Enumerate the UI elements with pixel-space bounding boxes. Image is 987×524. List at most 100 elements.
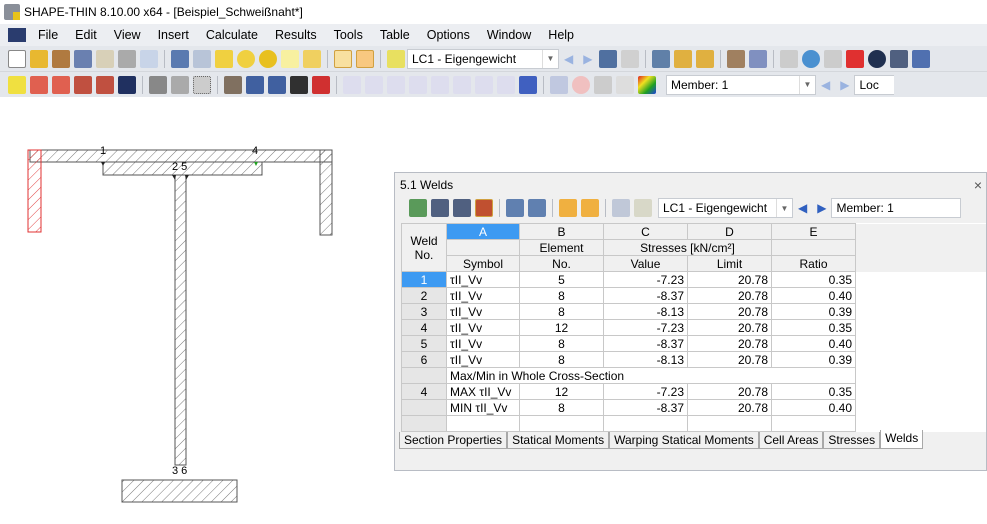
row-number[interactable]: 5 [401, 335, 447, 352]
undo-icon[interactable] [171, 49, 189, 68]
previous-icon[interactable]: ◀ [821, 78, 830, 92]
tab-section-properties[interactable]: Section Properties [399, 432, 508, 449]
panel-load-case-select[interactable]: LC1 - Eigengewicht ▼ [658, 198, 793, 218]
tab-welds[interactable]: Welds [880, 430, 924, 449]
tab-cell-areas[interactable]: Cell Areas [758, 432, 824, 449]
table-row[interactable]: 1 τII_Vv 5 -7.23 20.78 0.35 [401, 271, 986, 288]
numbering-icon[interactable] [674, 49, 693, 68]
ratio-cell[interactable]: 0.35 [771, 271, 856, 288]
ratio-cell[interactable]: 0.39 [771, 303, 856, 320]
tab-warping-statical-moments[interactable]: Warping Statical Moments [609, 432, 759, 449]
element-cell[interactable]: 5 [519, 271, 604, 288]
row-number[interactable]: 6 [401, 351, 447, 368]
limit-cell[interactable]: 20.78 [687, 335, 772, 352]
filter-icon[interactable] [453, 199, 471, 217]
arc-icon[interactable] [74, 75, 92, 94]
row-number[interactable] [401, 399, 447, 416]
members-icon[interactable] [652, 49, 671, 68]
symbol-cell[interactable]: τII_Vv [446, 335, 520, 352]
menu-insert[interactable]: Insert [158, 28, 189, 42]
chevron-down-icon[interactable]: ▼ [542, 49, 558, 68]
column-d-header[interactable]: D [687, 223, 772, 240]
select-icon[interactable] [281, 49, 299, 68]
mirror-icon[interactable] [824, 49, 843, 68]
load-case-icon[interactable] [387, 49, 405, 68]
new-file-icon[interactable] [8, 49, 26, 68]
table-row[interactable]: 5 τII_Vv 8 -8.37 20.78 0.40 [401, 335, 986, 352]
settings-icon[interactable] [890, 49, 909, 68]
ratio-cell[interactable]: 0.35 [771, 383, 856, 400]
left-lip[interactable] [27, 149, 42, 233]
menu-help[interactable]: Help [548, 28, 574, 42]
symbol-cell[interactable]: τII_Vv [446, 319, 520, 336]
table-row[interactable]: 4 τII_Vv 12 -7.23 20.78 0.35 [401, 319, 986, 336]
chevron-down-icon[interactable]: ▼ [799, 75, 815, 94]
value-cell[interactable]: -7.23 [603, 271, 688, 288]
column-e-header[interactable]: E [771, 223, 856, 240]
results-icon[interactable] [259, 49, 277, 68]
sigma-x-icon[interactable] [431, 75, 449, 94]
table-row[interactable]: 6 τII_Vv 8 -8.13 20.78 0.39 [401, 351, 986, 368]
previous-table-icon[interactable] [506, 199, 524, 217]
column-b-header[interactable]: B [519, 223, 604, 240]
next-table-icon[interactable] [528, 199, 546, 217]
delete-icon[interactable] [846, 49, 865, 68]
symbol-cell[interactable]: MIN τII_Vv [446, 399, 520, 416]
window-icon[interactable] [303, 49, 321, 68]
dlubal-logo-icon[interactable] [8, 28, 26, 42]
menu-file[interactable]: File [38, 28, 58, 42]
section-row[interactable]: Max/Min in Whole Cross-Section [401, 367, 986, 384]
i-section-icon[interactable] [118, 75, 136, 94]
table-row[interactable]: 2 τII_Vv 8 -8.37 20.78 0.40 [401, 287, 986, 304]
frame-icon[interactable] [193, 75, 211, 94]
min-row[interactable]: MIN τII_Vv 8 -8.37 20.78 0.40 [401, 399, 986, 416]
next-icon[interactable]: ▶ [583, 52, 592, 66]
row-number[interactable]: 4 [401, 383, 447, 400]
element-cell[interactable]: 12 [519, 319, 604, 336]
node-icon[interactable] [8, 75, 26, 94]
menu-edit[interactable]: Edit [75, 28, 97, 42]
hand-icon[interactable] [224, 75, 242, 94]
row-number[interactable]: 3 [401, 303, 447, 320]
element-cell[interactable]: 8 [519, 399, 604, 416]
value-cell[interactable]: -8.37 [603, 335, 688, 352]
export-excel-icon[interactable] [409, 199, 427, 217]
value-cell[interactable]: -8.37 [603, 287, 688, 304]
archive-icon[interactable] [52, 49, 70, 68]
highlight-icon[interactable] [581, 199, 599, 217]
menu-table[interactable]: Table [380, 28, 410, 42]
gears-icon[interactable] [912, 49, 931, 68]
print-preview-icon[interactable] [140, 49, 158, 68]
menu-tools[interactable]: Tools [334, 28, 363, 42]
tab-stresses[interactable]: Stresses [823, 432, 881, 449]
menu-options[interactable]: Options [427, 28, 470, 42]
qu-icon[interactable] [343, 75, 361, 94]
line-icon[interactable] [30, 75, 48, 94]
element-cell[interactable]: 8 [519, 335, 604, 352]
column-a-header[interactable]: A [446, 223, 520, 240]
value-cell[interactable]: -8.13 [603, 351, 688, 368]
zoom-icon[interactable] [246, 75, 264, 94]
row-number[interactable]: 4 [401, 319, 447, 336]
symbol-cell[interactable]: τII_Vv [446, 351, 520, 368]
limit-cell[interactable]: 20.78 [687, 287, 772, 304]
web[interactable] [174, 174, 187, 466]
symbol-cell[interactable]: τII_Vv [446, 303, 520, 320]
connect-icon[interactable] [780, 49, 799, 68]
limit-cell[interactable]: 20.78 [687, 271, 772, 288]
section-display-icon[interactable] [312, 75, 330, 94]
section-icon[interactable] [215, 49, 233, 68]
bottom-flange[interactable] [121, 479, 238, 503]
open-folder-icon[interactable] [30, 49, 48, 68]
limit-cell[interactable]: 20.78 [687, 383, 772, 400]
edit-icon[interactable] [634, 199, 652, 217]
report-icon[interactable] [96, 49, 114, 68]
zoom-cancel-icon[interactable] [268, 75, 286, 94]
percent-icon[interactable] [497, 75, 515, 94]
sigma-v-icon[interactable] [475, 75, 493, 94]
element-cell[interactable]: 12 [519, 383, 604, 400]
limit-cell[interactable]: 20.78 [687, 303, 772, 320]
calculate-icon[interactable] [237, 49, 255, 68]
menu-calculate[interactable]: Calculate [206, 28, 258, 42]
table-view-icon[interactable] [334, 49, 352, 68]
